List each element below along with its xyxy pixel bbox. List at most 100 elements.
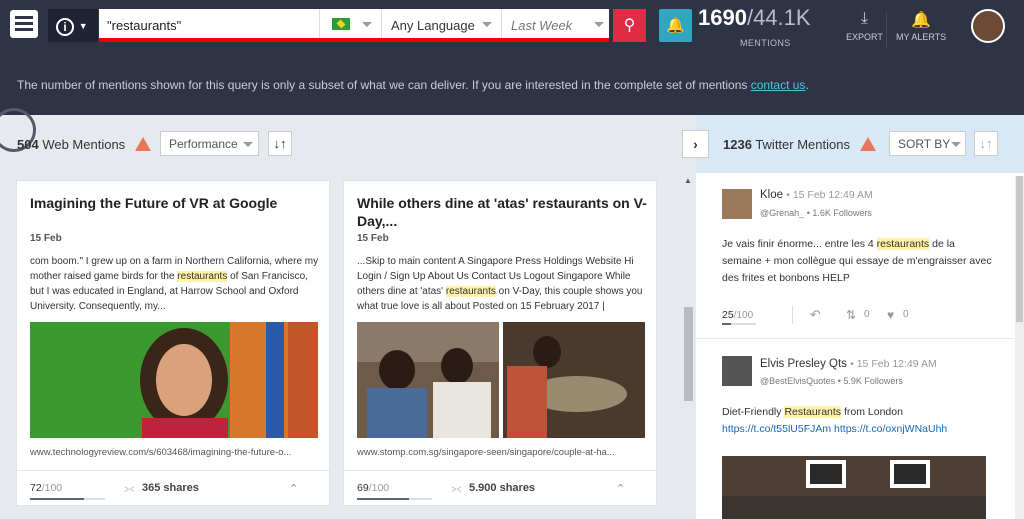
country-select[interactable]: [319, 9, 381, 38]
web-mention-card[interactable]: While others dine at 'atas' restaurants …: [343, 180, 657, 506]
contact-us-link[interactable]: contact us: [751, 78, 806, 92]
twitter-mentions-label: Twitter Mentions: [755, 137, 850, 152]
notice-message: The number of mentions shown for this qu…: [17, 78, 748, 92]
tweet-links[interactable]: https://t.co/t55lU5FJAm https://t.co/oxn…: [722, 423, 947, 435]
tweet-text: Diet-Friendly Restaurants from London htt…: [722, 404, 992, 438]
tweet-avatar[interactable]: [722, 189, 752, 219]
search-button[interactable]: ⚲: [613, 9, 646, 42]
tweet-image: [722, 456, 986, 519]
card-date: 15 Feb: [30, 233, 62, 244]
mentions-label: MENTIONS: [740, 38, 791, 48]
info-dropdown-button[interactable]: i ▼: [48, 9, 98, 42]
card-image: [357, 322, 645, 438]
warning-icon: [859, 137, 876, 151]
card-image: [30, 322, 318, 438]
collapse-panel-button[interactable]: ›: [682, 130, 709, 158]
score-max: /100: [368, 482, 390, 494]
export-label: EXPORT: [846, 32, 883, 42]
twitter-mentions-title: 1236 Twitter Mentions: [723, 137, 876, 152]
download-icon: ⤓: [860, 10, 868, 27]
share-icon: ⪥: [451, 481, 462, 495]
scrollbar-thumb[interactable]: [1016, 176, 1023, 322]
brazil-flag-icon: [332, 18, 350, 30]
reply-icon[interactable]: ↶: [810, 307, 821, 323]
score-value: 72: [30, 482, 42, 494]
keyword-highlight: restaurants: [876, 238, 930, 250]
tweet-text: Je vais finir énorme... entre les 4 rest…: [722, 236, 992, 287]
twitter-sort-order-button[interactable]: ↓↑: [974, 131, 998, 156]
bell-icon: 🔔: [911, 12, 932, 29]
mentions-shown: 1690: [698, 5, 747, 30]
web-scrollbar[interactable]: [681, 176, 695, 519]
shares-count: 365 shares: [142, 482, 199, 494]
tweet-body: from London: [841, 406, 903, 418]
share-icon: ⪥: [124, 481, 135, 495]
tweet-author: Elvis Presley Qts • 15 Feb 12:49 AM: [760, 358, 937, 370]
tweet-time: • 15 Feb 12:49 AM: [850, 358, 937, 370]
score-bar: [357, 498, 432, 500]
tweet-item[interactable]: Elvis Presley Qts • 15 Feb 12:49 AM @Bes…: [696, 339, 1014, 519]
notice-end: .: [805, 78, 809, 92]
sort-arrows-icon: ↓↑: [979, 136, 993, 151]
create-alert-button[interactable]: 🔔: [659, 9, 692, 42]
card-url[interactable]: www.stomp.com.sg/singapore-seen/singapor…: [357, 447, 647, 458]
sort-arrows-icon: ↓↑: [273, 136, 287, 151]
card-footer: 69/100 ⪥ 5.900 shares ⌃: [344, 470, 656, 506]
card-url[interactable]: www.technologyreview.com/s/603468/imagin…: [30, 447, 320, 458]
menu-icon[interactable]: [10, 10, 38, 38]
notice-banner: The number of mentions shown for this qu…: [0, 56, 1024, 152]
tweet-author-name[interactable]: Kloe: [760, 189, 783, 201]
chevron-down-icon: [594, 22, 604, 27]
tweet-handle-line: @BestElvisQuotes • 5.9K Followers: [760, 376, 903, 386]
tweet-author-name[interactable]: Elvis Presley Qts: [760, 358, 847, 370]
tweet-handle[interactable]: @BestElvisQuotes: [760, 376, 835, 386]
export-button[interactable]: ⤓ EXPORT: [846, 10, 883, 42]
heart-icon[interactable]: ♥: [887, 308, 894, 322]
language-value: Any Language: [391, 18, 475, 33]
tweet-followers: • 1.6K Followers: [806, 208, 872, 218]
score-value: 69: [357, 482, 369, 494]
chevron-right-icon: ›: [693, 136, 698, 152]
web-mention-card[interactable]: Imagining the Future of VR at Google 15 …: [16, 180, 330, 506]
scrollbar-thumb[interactable]: [684, 307, 693, 401]
scroll-up-icon[interactable]: ▲: [684, 176, 692, 185]
twitter-sort-select[interactable]: SORT BY: [889, 131, 966, 156]
sort-select-value: Performance: [169, 137, 238, 151]
score-max: /100: [41, 482, 63, 494]
search-input[interactable]: "restaurants": [107, 18, 181, 33]
performance-score: 72/100: [30, 482, 62, 494]
tweet-handle[interactable]: @Grenah_: [760, 208, 804, 218]
date-range-select[interactable]: Last Week: [501, 9, 609, 38]
chevron-down-icon: [243, 142, 253, 147]
tweet-body: Diet-Friendly: [722, 406, 785, 418]
divider: [886, 12, 887, 48]
sort-order-button[interactable]: ↓↑: [268, 131, 292, 156]
tweet-item[interactable]: Kloe • 15 Feb 12:49 AM @Grenah_ • 1.6K F…: [696, 173, 1014, 338]
performance-score: 69/100: [357, 482, 389, 494]
language-select[interactable]: Any Language: [381, 9, 501, 38]
sort-select[interactable]: Performance: [160, 131, 259, 156]
card-title[interactable]: Imagining the Future of VR at Google: [30, 194, 320, 212]
web-mentions-count: 504: [17, 137, 39, 152]
score-bar: [30, 498, 105, 500]
keyword-highlight: restaurants: [177, 271, 228, 282]
info-icon: i: [56, 17, 74, 36]
card-title[interactable]: While others dine at 'atas' restaurants …: [357, 194, 647, 230]
top-bar: i ▼ "restaurants" Any Language Last Week…: [0, 0, 1024, 56]
twitter-scrollbar[interactable]: [1015, 176, 1024, 519]
card-excerpt: ...Skip to main content A Singapore Pres…: [357, 254, 649, 314]
retweet-icon[interactable]: ⇅: [846, 308, 856, 322]
chevron-up-icon[interactable]: ⌃: [616, 482, 625, 495]
web-mentions-header: 504 Web Mentions Performance ↓↑: [0, 115, 680, 173]
avatar[interactable]: [971, 9, 1005, 43]
my-alerts-button[interactable]: 🔔 MY ALERTS: [896, 10, 946, 42]
warning-icon: [134, 137, 151, 151]
bell-plus-icon: 🔔: [666, 17, 685, 34]
web-mentions-label: Web Mentions: [42, 137, 126, 152]
tweet-avatar[interactable]: [722, 356, 752, 386]
my-alerts-label: MY ALERTS: [896, 32, 947, 42]
tweet-score-bar: [722, 323, 756, 325]
tweet-score: 25: [722, 309, 734, 321]
chevron-up-icon[interactable]: ⌃: [289, 482, 298, 495]
card-excerpt: com boom." I grew up on a farm in Northe…: [30, 254, 322, 314]
